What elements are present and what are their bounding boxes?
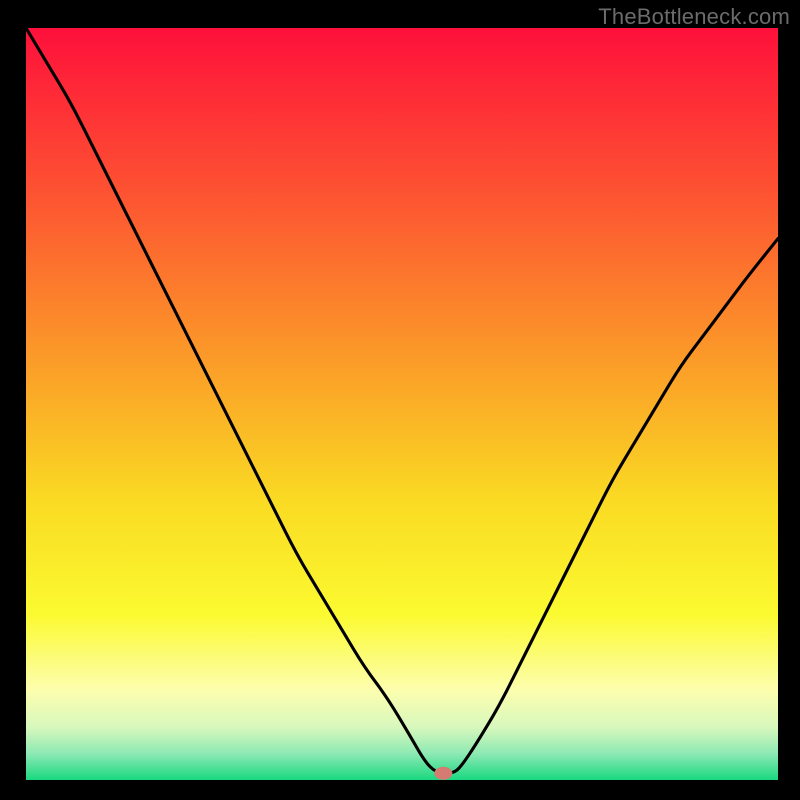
chart-svg	[26, 28, 778, 780]
watermark-text: TheBottleneck.com	[598, 4, 790, 30]
gradient-background	[26, 28, 778, 780]
chart-frame: TheBottleneck.com	[0, 0, 800, 800]
chart-area	[26, 28, 778, 780]
marker-dot	[434, 767, 452, 780]
